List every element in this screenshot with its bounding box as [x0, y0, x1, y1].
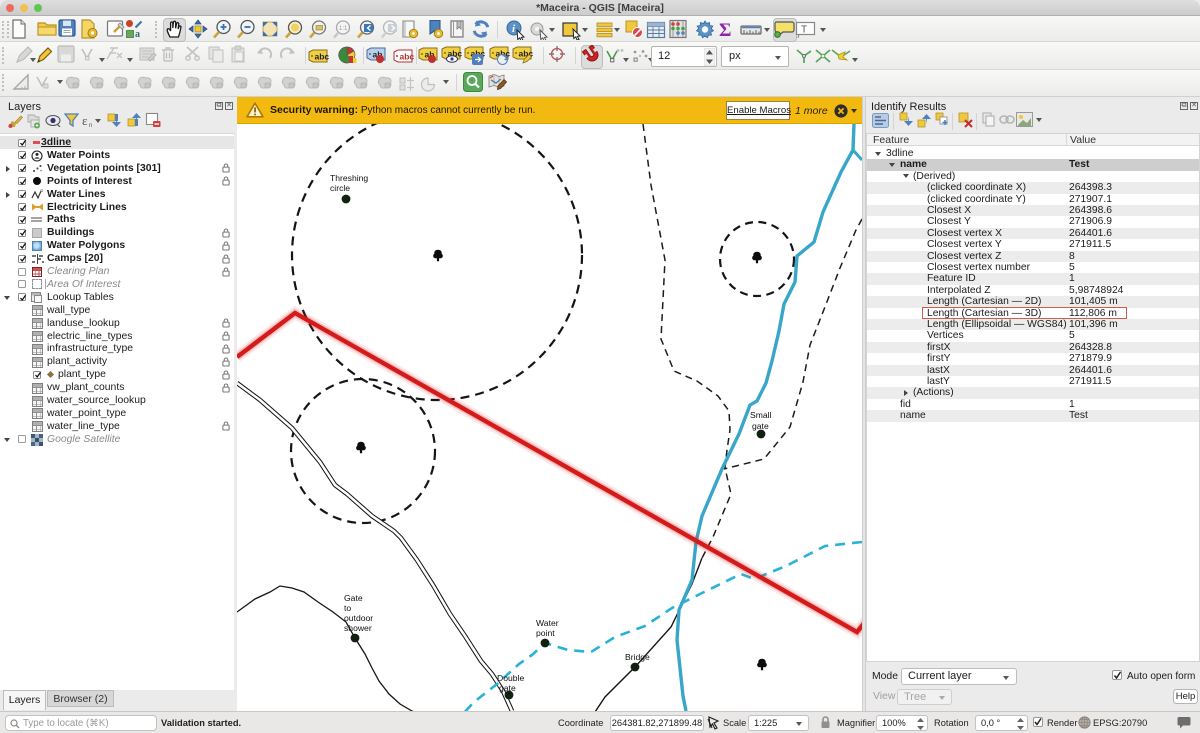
svg-text:a: a — [135, 29, 140, 39]
svg-text:gate: gate — [499, 683, 516, 693]
svg-text:circle: circle — [330, 183, 350, 193]
svg-text:T: T — [801, 25, 807, 36]
svg-text:abc: abc — [400, 52, 415, 62]
svg-text:Small: Small — [750, 410, 772, 420]
svg-text:to: to — [344, 603, 351, 613]
svg-text:outdoor: outdoor — [344, 613, 373, 623]
svg-text:Bridge: Bridge — [625, 652, 650, 662]
svg-text:Threshing: Threshing — [330, 173, 368, 183]
svg-text:Double: Double — [497, 673, 524, 683]
svg-text:n: n — [89, 123, 92, 128]
svg-text:shower: shower — [344, 623, 372, 633]
svg-text:Σ: Σ — [719, 20, 731, 39]
svg-text:Gate: Gate — [344, 593, 363, 603]
svg-text:point: point — [536, 628, 555, 638]
svg-text:abc: abc — [315, 52, 330, 62]
svg-text:Water: Water — [536, 618, 559, 628]
svg-text:1:1: 1:1 — [339, 26, 348, 32]
svg-text:ε: ε — [82, 113, 88, 128]
svg-text:gate: gate — [752, 421, 769, 431]
